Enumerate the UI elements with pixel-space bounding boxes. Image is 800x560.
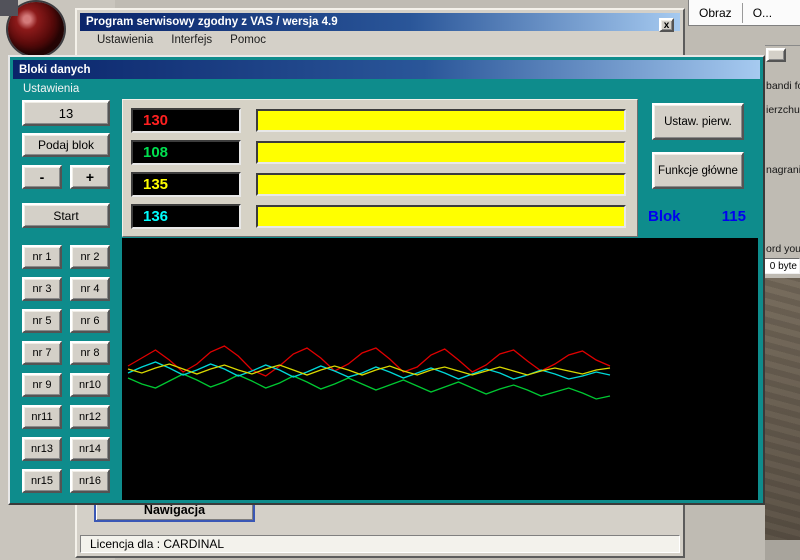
nr-button[interactable]: nr 1 bbox=[22, 245, 62, 269]
nr-button[interactable]: nr10 bbox=[70, 373, 110, 397]
right-small-button[interactable] bbox=[766, 48, 786, 62]
chart-svg bbox=[122, 238, 758, 500]
page-title: Bloki danych bbox=[19, 64, 91, 76]
minus-button[interactable]: - bbox=[22, 165, 62, 189]
value-display-1: 130 bbox=[131, 108, 241, 133]
menu-item-pomoc[interactable]: Pomoc bbox=[221, 34, 275, 46]
nr-button[interactable]: nr 6 bbox=[70, 309, 110, 333]
nr-button[interactable]: nr14 bbox=[70, 437, 110, 461]
waveform-cyan bbox=[128, 362, 610, 379]
value-bar-4 bbox=[256, 205, 626, 228]
right-window-divider bbox=[765, 45, 800, 46]
nr-button[interactable]: nr 3 bbox=[22, 277, 62, 301]
nr-button[interactable]: nr 5 bbox=[22, 309, 62, 333]
nr-button[interactable]: nr16 bbox=[70, 469, 110, 493]
nr-button[interactable]: nr 9 bbox=[22, 373, 62, 397]
value-bar-1 bbox=[256, 109, 626, 132]
bloki-danych-titlebar[interactable]: Bloki danych bbox=[13, 60, 760, 79]
blok-label: Blok bbox=[648, 208, 681, 225]
plus-button[interactable]: + bbox=[70, 165, 110, 189]
blok-value: 115 bbox=[722, 208, 746, 225]
bloki-danych-window: Bloki danych Ustawienia 13 Podaj blok - … bbox=[8, 55, 765, 505]
value-display-4: 136 bbox=[131, 204, 241, 229]
nr-button[interactable]: nr13 bbox=[22, 437, 62, 461]
menu-item-ustawienia[interactable]: Ustawienia bbox=[88, 34, 162, 46]
blok-indicator: Blok 115 bbox=[648, 208, 746, 225]
menu-item-interfejs[interactable]: Interfejs bbox=[162, 34, 221, 46]
right-text-fragment: nagrania bbox=[766, 164, 800, 176]
license-bar: Licencja dla : CARDINAL bbox=[80, 535, 680, 553]
vas-menubar: UstawieniaInterfejsPomoc bbox=[80, 31, 680, 48]
vas-titlebar[interactable]: Program serwisowy zgodny z VAS / wersja … bbox=[80, 13, 680, 31]
bloki-menubar: Ustawienia bbox=[14, 81, 88, 97]
right-text-fragment: ord your bbox=[766, 243, 800, 255]
value-display-3: 135 bbox=[131, 172, 241, 197]
nr-button[interactable]: nr 4 bbox=[70, 277, 110, 301]
screen: bandi fo ierzchu nagrania ord your 0 byt… bbox=[0, 0, 800, 560]
podaj-blok-button[interactable]: Podaj blok bbox=[22, 133, 110, 157]
menu-ustawienia[interactable]: Ustawienia bbox=[14, 83, 88, 95]
funkcje-glowne-button[interactable]: Funkcje główne bbox=[652, 152, 744, 189]
nr-button[interactable]: nr15 bbox=[22, 469, 62, 493]
waveform-green bbox=[128, 374, 610, 399]
block-number-display: 13 bbox=[22, 100, 110, 126]
nr-grid: nr 1 nr 2 nr 3 nr 4 nr 5 nr 6 nr 7 nr 8 nr 9 nr10… bbox=[22, 245, 110, 493]
nr-button[interactable]: nr 2 bbox=[70, 245, 110, 269]
top-right-window: Obraz O... bbox=[688, 0, 800, 26]
right-footer-strip bbox=[765, 540, 800, 560]
nr-button[interactable]: nr 7 bbox=[22, 341, 62, 365]
start-button[interactable]: Start bbox=[22, 203, 110, 228]
byte-counter-field: 0 byte bbox=[764, 258, 800, 274]
values-panel: 130 108 135 136 bbox=[122, 99, 638, 237]
value-display-2: 108 bbox=[131, 140, 241, 165]
tab-obraz[interactable]: Obraz bbox=[689, 6, 742, 20]
value-bar-2 bbox=[256, 141, 626, 164]
right-text-fragment: ierzchu bbox=[766, 104, 800, 116]
background-photo bbox=[765, 278, 800, 540]
taskbar-corner bbox=[0, 0, 18, 16]
vas-window-title: Program serwisowy zgodny z VAS / wersja … bbox=[86, 16, 338, 28]
nr-button[interactable]: nr 8 bbox=[70, 341, 110, 365]
tab-o[interactable]: O... bbox=[743, 6, 782, 20]
ustaw-pierw-button[interactable]: Ustaw. pierw. bbox=[652, 103, 744, 140]
nr-button[interactable]: nr11 bbox=[22, 405, 62, 429]
close-icon[interactable]: x bbox=[659, 18, 674, 32]
right-text-fragment: bandi fo bbox=[766, 80, 800, 92]
nr-button[interactable]: nr12 bbox=[70, 405, 110, 429]
license-text: Licencja dla : CARDINAL bbox=[90, 537, 224, 551]
waveform-chart bbox=[122, 238, 758, 500]
value-bar-3 bbox=[256, 173, 626, 196]
